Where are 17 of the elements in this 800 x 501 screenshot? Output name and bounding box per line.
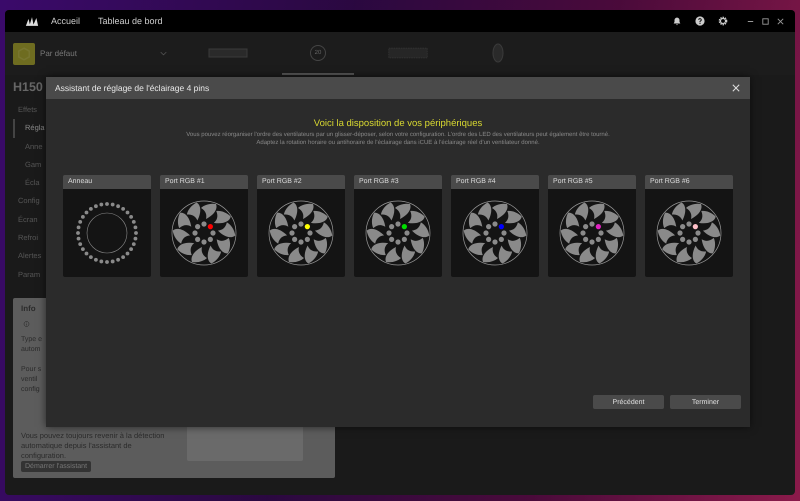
profile-name[interactable]: Par défaut [40, 49, 160, 58]
led-ring-drawing [73, 199, 141, 267]
profile-badge[interactable] [13, 42, 35, 64]
dialog-title: Assistant de réglage de l'éclairage 4 pins [55, 83, 210, 93]
sails-logo-icon [25, 16, 39, 26]
nav-link[interactable]: Tableau de bord [98, 16, 163, 26]
dialog-heading: Voici la disposition de vos périphériques [314, 118, 482, 129]
device-title: H150 [13, 79, 43, 96]
mouse-icon [492, 42, 504, 62]
close-icon[interactable] [776, 16, 785, 26]
bell-icon[interactable] [672, 16, 682, 26]
help-icon[interactable] [695, 16, 705, 26]
nav-link[interactable]: Accueil [51, 16, 80, 26]
info-icon [21, 320, 32, 327]
settings-icon[interactable] [718, 16, 728, 26]
maximize-icon[interactable] [761, 16, 770, 26]
memory-module-icon [208, 46, 248, 58]
